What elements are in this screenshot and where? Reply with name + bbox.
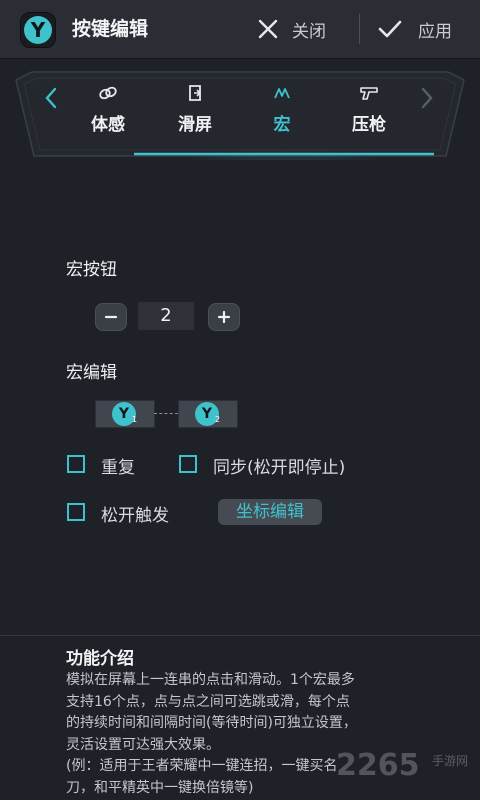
macro-icon	[274, 88, 290, 99]
tab-next-arrow[interactable]	[418, 86, 436, 110]
site-watermark: 2265 手游网	[336, 748, 476, 798]
repeat-label: 重复	[101, 458, 135, 478]
intro-line: 支持16个点，点与点之间可选跳或滑，每个点	[66, 693, 350, 710]
tab-recoil[interactable]: 压枪	[334, 84, 404, 144]
release-trigger-checkbox[interactable]	[67, 503, 85, 521]
mode-tab-panel: 体感 滑屏 宏 压枪	[14, 70, 466, 160]
tab-prev-arrow[interactable]	[42, 86, 60, 110]
check-icon	[378, 20, 402, 38]
watermark-number: 2265	[336, 748, 420, 783]
minus-icon	[104, 315, 118, 319]
swipe-icon	[189, 85, 202, 101]
macro-node-1[interactable]: Y 1	[95, 400, 155, 428]
page-title: 按键编辑	[72, 18, 149, 40]
intro-line: 模拟在屏幕上一连串的点击和滑动。1个宏最多	[66, 672, 355, 688]
macro-node-index: 1	[132, 415, 138, 424]
coord-edit-button[interactable]: 坐标编辑	[218, 499, 322, 525]
intro-title: 功能介绍	[66, 649, 134, 669]
sync-label: 同步(松开即停止)	[213, 458, 346, 478]
link-icon	[99, 86, 117, 100]
macro-node-index: 2	[215, 415, 221, 424]
tab-macro[interactable]: 宏	[247, 84, 317, 144]
tab-swipe-label: 滑屏	[178, 115, 212, 135]
macro-edit-label: 宏编辑	[66, 363, 117, 383]
sync-checkbox[interactable]	[179, 455, 197, 473]
plus-icon	[217, 310, 231, 324]
apply-button[interactable]: 应用	[378, 0, 468, 58]
tab-swipe[interactable]: 滑屏	[160, 84, 230, 144]
logo-letter: Y	[30, 18, 46, 42]
tab-motion[interactable]: 体感	[73, 84, 143, 144]
tab-recoil-label: 压枪	[352, 115, 386, 135]
close-icon	[258, 19, 278, 39]
release-trigger-label: 松开触发	[101, 506, 169, 526]
section-divider	[0, 635, 480, 636]
macro-node-2[interactable]: Y 2	[178, 400, 238, 428]
gun-icon	[360, 87, 378, 100]
top-bar: Y 按键编辑 关闭 应用	[0, 0, 480, 59]
close-button[interactable]: 关闭	[258, 0, 348, 58]
macro-node-connector	[154, 413, 178, 414]
close-label: 关闭	[292, 21, 326, 42]
watermark-text: 手游网	[432, 754, 469, 768]
apply-label: 应用	[418, 21, 452, 42]
app-logo: Y	[20, 12, 56, 48]
macro-button-value: 2	[138, 302, 194, 330]
tab-motion-label: 体感	[91, 115, 125, 135]
decrement-button[interactable]	[95, 303, 127, 331]
increment-button[interactable]	[208, 303, 240, 331]
header-divider	[359, 14, 360, 44]
macro-button-label: 宏按钮	[66, 260, 117, 280]
intro-line: 的持续时间和间隔时间(等待时间)可独立设置，	[66, 715, 357, 731]
tab-macro-label: 宏	[273, 115, 291, 135]
repeat-checkbox[interactable]	[67, 455, 85, 473]
